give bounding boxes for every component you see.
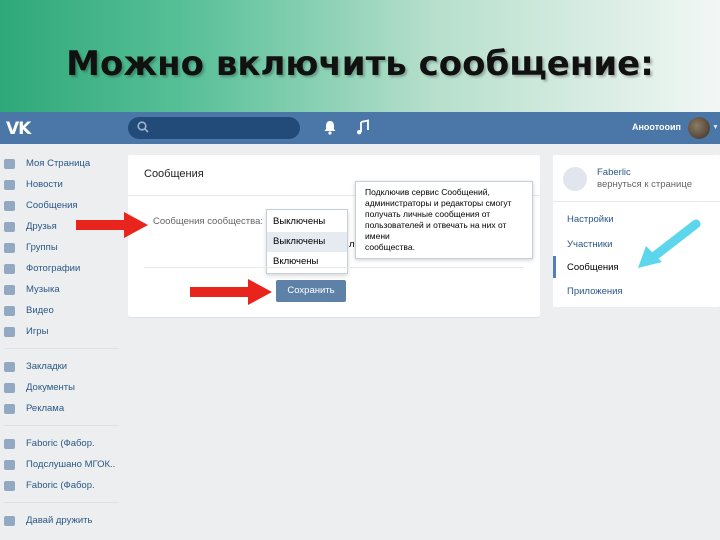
dropdown-option-disabled[interactable]: Выключены (267, 232, 347, 252)
music-note-icon[interactable] (356, 119, 370, 136)
groups-icon (4, 243, 15, 253)
tooltip-line: сообщества. (365, 242, 415, 252)
save-button[interactable]: Сохранить (276, 280, 346, 302)
nav-item-messages[interactable]: Сообщения (567, 262, 619, 273)
photo-icon (4, 264, 15, 274)
menu-item-video[interactable]: Видео (0, 302, 125, 320)
user-name[interactable]: Аноотооип (632, 122, 681, 132)
video-icon (4, 306, 15, 316)
community-name[interactable]: Faberlic (597, 167, 631, 178)
search-icon (137, 121, 149, 133)
bookmark-icon (4, 362, 15, 372)
tooltip-line: пользователей и отвечать на них от имени (365, 220, 507, 241)
menu-item-news[interactable]: Новости (0, 176, 125, 194)
ads-icon (4, 404, 15, 414)
divider (553, 201, 720, 202)
menu-divider (4, 348, 119, 349)
red-arrow-icon (76, 212, 148, 238)
menu-item-community[interactable]: Faboric (Фабор. (0, 477, 125, 495)
chevron-down-icon[interactable]: ▼ (712, 124, 719, 131)
tooltip-line: получать личные сообщения от (365, 209, 491, 219)
dropdown-option-selected[interactable]: Выключены (267, 212, 347, 232)
menu-item-bookmarks[interactable]: Закладки (0, 358, 125, 376)
menu-item-documents[interactable]: Документы (0, 379, 125, 397)
menu-item-ads[interactable]: Реклама (0, 400, 125, 418)
menu-item-groups[interactable]: Группы (0, 239, 125, 257)
menu-item-games[interactable]: Игры (0, 323, 125, 341)
community-icon (4, 460, 15, 470)
menu-divider (4, 425, 119, 426)
tooltip-line: администраторы и редакторы смогут (365, 198, 512, 208)
vk-logo[interactable]: VK (6, 119, 31, 139)
messages-dropdown[interactable]: Выключены Выключены Включены (266, 209, 348, 274)
messages-icon (4, 201, 15, 211)
dropdown-option-enabled[interactable]: Включены (267, 252, 347, 272)
apps-icon (4, 516, 15, 526)
friends-icon (4, 222, 15, 232)
community-icon (4, 481, 15, 491)
red-arrow-icon (190, 279, 272, 305)
menu-item-my-page[interactable]: Моя Страница (0, 155, 125, 173)
menu-item-photos[interactable]: Фотографии (0, 260, 125, 278)
music-icon (4, 285, 15, 295)
divider (144, 267, 524, 268)
avatar[interactable] (688, 117, 710, 139)
news-icon (4, 180, 15, 190)
messages-tooltip: Подключив сервис Сообщений, администрато… (355, 181, 533, 259)
nav-item-members[interactable]: Участники (567, 239, 612, 250)
community-messages-label: Сообщения сообщества: (153, 216, 264, 227)
menu-item-community[interactable]: Faboric (Фабор. (0, 435, 125, 453)
menu-item-community[interactable]: Подслушано МГОК.. (0, 456, 125, 474)
home-icon (4, 159, 15, 169)
nav-item-apps[interactable]: Приложения (567, 286, 623, 297)
slide-title: Можно включить сообщение: (66, 44, 654, 84)
tooltip-line: Подключив сервис Сообщений, (365, 187, 490, 197)
search-input[interactable] (128, 117, 300, 139)
bell-icon[interactable] (322, 119, 338, 136)
community-avatar[interactable] (563, 167, 587, 191)
games-icon (4, 327, 15, 337)
community-icon (4, 439, 15, 449)
menu-item-apps[interactable]: Давай дружить (0, 512, 125, 530)
back-to-page-link[interactable]: вернуться к странице (597, 179, 692, 190)
panel-title: Сообщения (144, 168, 204, 180)
menu-divider (4, 502, 119, 503)
menu-item-music[interactable]: Музыка (0, 281, 125, 299)
document-icon (4, 383, 15, 393)
top-bar: VK Аноотооип ▼ (0, 112, 720, 144)
active-indicator (553, 256, 556, 278)
nav-item-settings[interactable]: Настройки (567, 214, 614, 225)
cyan-arrow-icon (638, 219, 701, 268)
